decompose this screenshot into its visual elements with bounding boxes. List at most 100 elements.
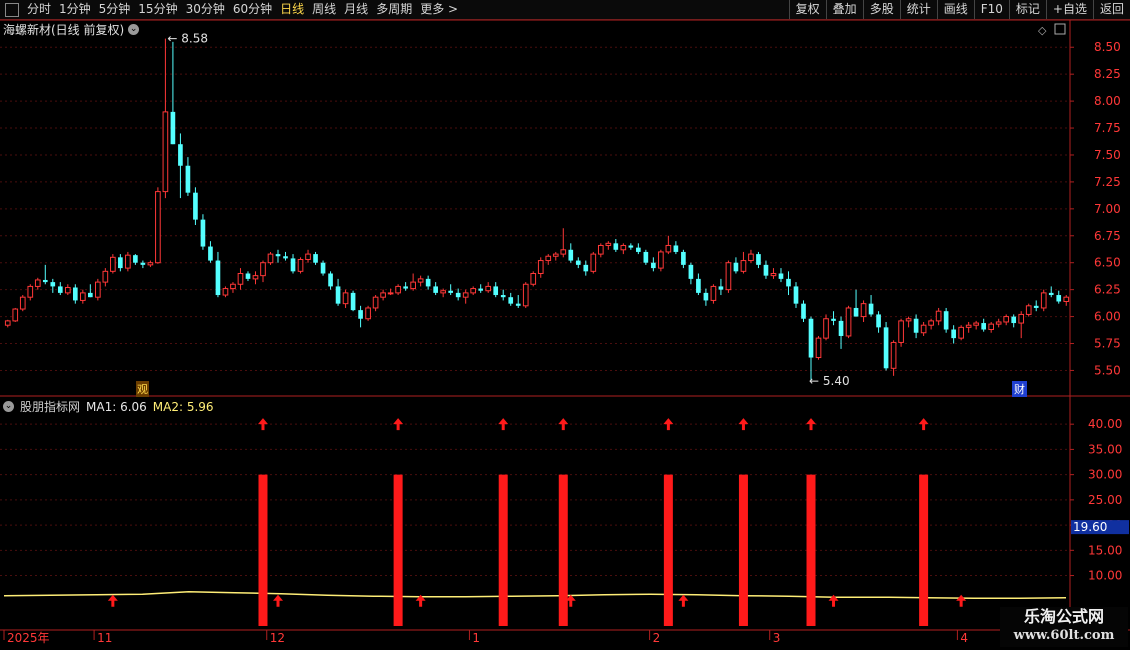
candle-body-91 [688,264,694,279]
candle-body-38 [290,258,296,272]
candle-body-97 [733,262,739,272]
candle-body-14 [110,256,116,272]
candle-body-18 [140,262,146,265]
candle-body-9 [72,287,78,301]
candle-body-28 [215,260,221,296]
candle-body-126 [951,329,956,339]
ind-tick-label-3: 25.00 [1088,493,1122,507]
stock-chart[interactable]: 8.50 8.25 8.00 7.75 7.50 7.25 7.00 6.75 6.50 6.25… [0,0,1130,650]
candle-body-50 [380,292,386,298]
window-toggle-icon [1054,23,1066,35]
candle-body-119 [898,320,904,343]
candle-body-30 [230,283,236,290]
news-marker-left[interactable]: 观 [136,381,149,397]
candle-body-62 [470,288,477,294]
candle-body-105 [793,286,799,304]
candle-body-83 [628,245,634,248]
signal-arrow-top-1 [393,418,404,431]
candle-body-128 [965,324,972,328]
candle-body-17 [133,255,138,263]
candle-body-111 [838,320,844,336]
candle-body-98 [740,260,747,272]
candle-body-49 [372,296,379,309]
candle-body-52 [395,285,401,294]
candle-body-96 [725,262,732,291]
signal-bar-2 [498,474,508,626]
ma-line [3,590,1067,600]
candle-body-132 [995,321,1002,325]
candle-body-133 [1003,316,1010,323]
signal-bar-0 [258,474,268,626]
candle-body-99 [748,253,754,262]
candle-body-100 [756,254,761,265]
candle-body-110 [831,318,836,321]
low-price-label: ← 5.40 [809,374,850,388]
candle-body-137 [1033,305,1039,308]
candle-body-53 [403,286,408,289]
candle-body-139 [1048,292,1054,296]
candle-body-35 [267,253,274,264]
candle-body-32 [245,273,251,279]
price-tick-label-5: 7.25 [1094,175,1121,189]
ind-tick-label-6: 10.00 [1088,569,1122,583]
candle-body-112 [845,307,852,337]
time-label-6: 4 [960,631,968,645]
candle-body-88 [665,244,672,253]
candle-body-43 [328,273,333,287]
candle-body-120 [905,318,912,322]
candle-body-138 [1040,292,1047,309]
candle-body-82 [620,244,627,251]
candle-body-64 [485,285,492,292]
candle-body-78 [590,253,597,272]
candle-body-48 [365,307,371,320]
time-label-5: 3 [773,631,781,645]
candle-body-116 [876,314,881,328]
price-tick-label-0: 8.50 [1094,40,1121,54]
candle-body-109 [823,318,829,339]
site-watermark: 乐淘公式网 www.60lt.com [1000,607,1128,647]
candle-body-125 [943,311,949,330]
candle-body-121 [913,318,919,333]
candle-body-71 [537,260,544,274]
candle-body-67 [508,297,514,304]
candle-body-54 [410,281,416,290]
candle-body-85 [643,251,649,263]
candle-body-79 [597,244,604,255]
diamond-icon: ◇ [1038,24,1047,37]
candle-body-75 [568,249,574,261]
finance-marker[interactable]: 财 [1012,381,1027,397]
time-label-3: 1 [472,631,480,645]
signal-arrow-top-7 [918,418,929,431]
ind-tick-label-2: 30.00 [1088,468,1122,482]
candle-body-89 [673,245,679,252]
candle-body-84 [636,247,641,252]
candle-body-102 [770,272,777,277]
candle-body-24 [185,165,191,193]
ind-tick-label-5: 15.00 [1088,543,1122,557]
candle-body-117 [883,327,889,369]
candle-body-86 [651,262,656,269]
signal-arrow-top-5 [738,418,749,431]
watermark-title: 乐淘公式网 [1023,607,1104,626]
signal-arrow-bottom-1 [273,594,284,607]
candle-body-37 [283,256,288,259]
price-tick-label-8: 6.50 [1094,256,1121,270]
price-tick-label-10: 6.00 [1094,310,1121,324]
candle-body-87 [658,251,664,269]
candle-body-140 [1056,295,1062,302]
candle-body-22 [170,111,176,145]
candle-body-134 [1011,316,1017,324]
candle-body-114 [860,303,867,318]
signal-arrow-top-2 [498,418,509,431]
candle-body-80 [605,242,612,246]
candle-body-5 [42,279,48,283]
candle-body-93 [703,292,709,301]
signal-bar-4 [663,474,673,626]
candle-body-57 [433,286,438,293]
time-label-1: 11 [97,631,112,645]
signal-bar-3 [558,474,568,626]
candle-body-60 [455,292,461,298]
candle-body-94 [710,285,717,301]
signal-bar-1 [393,474,403,626]
candle-body-3 [27,285,34,298]
